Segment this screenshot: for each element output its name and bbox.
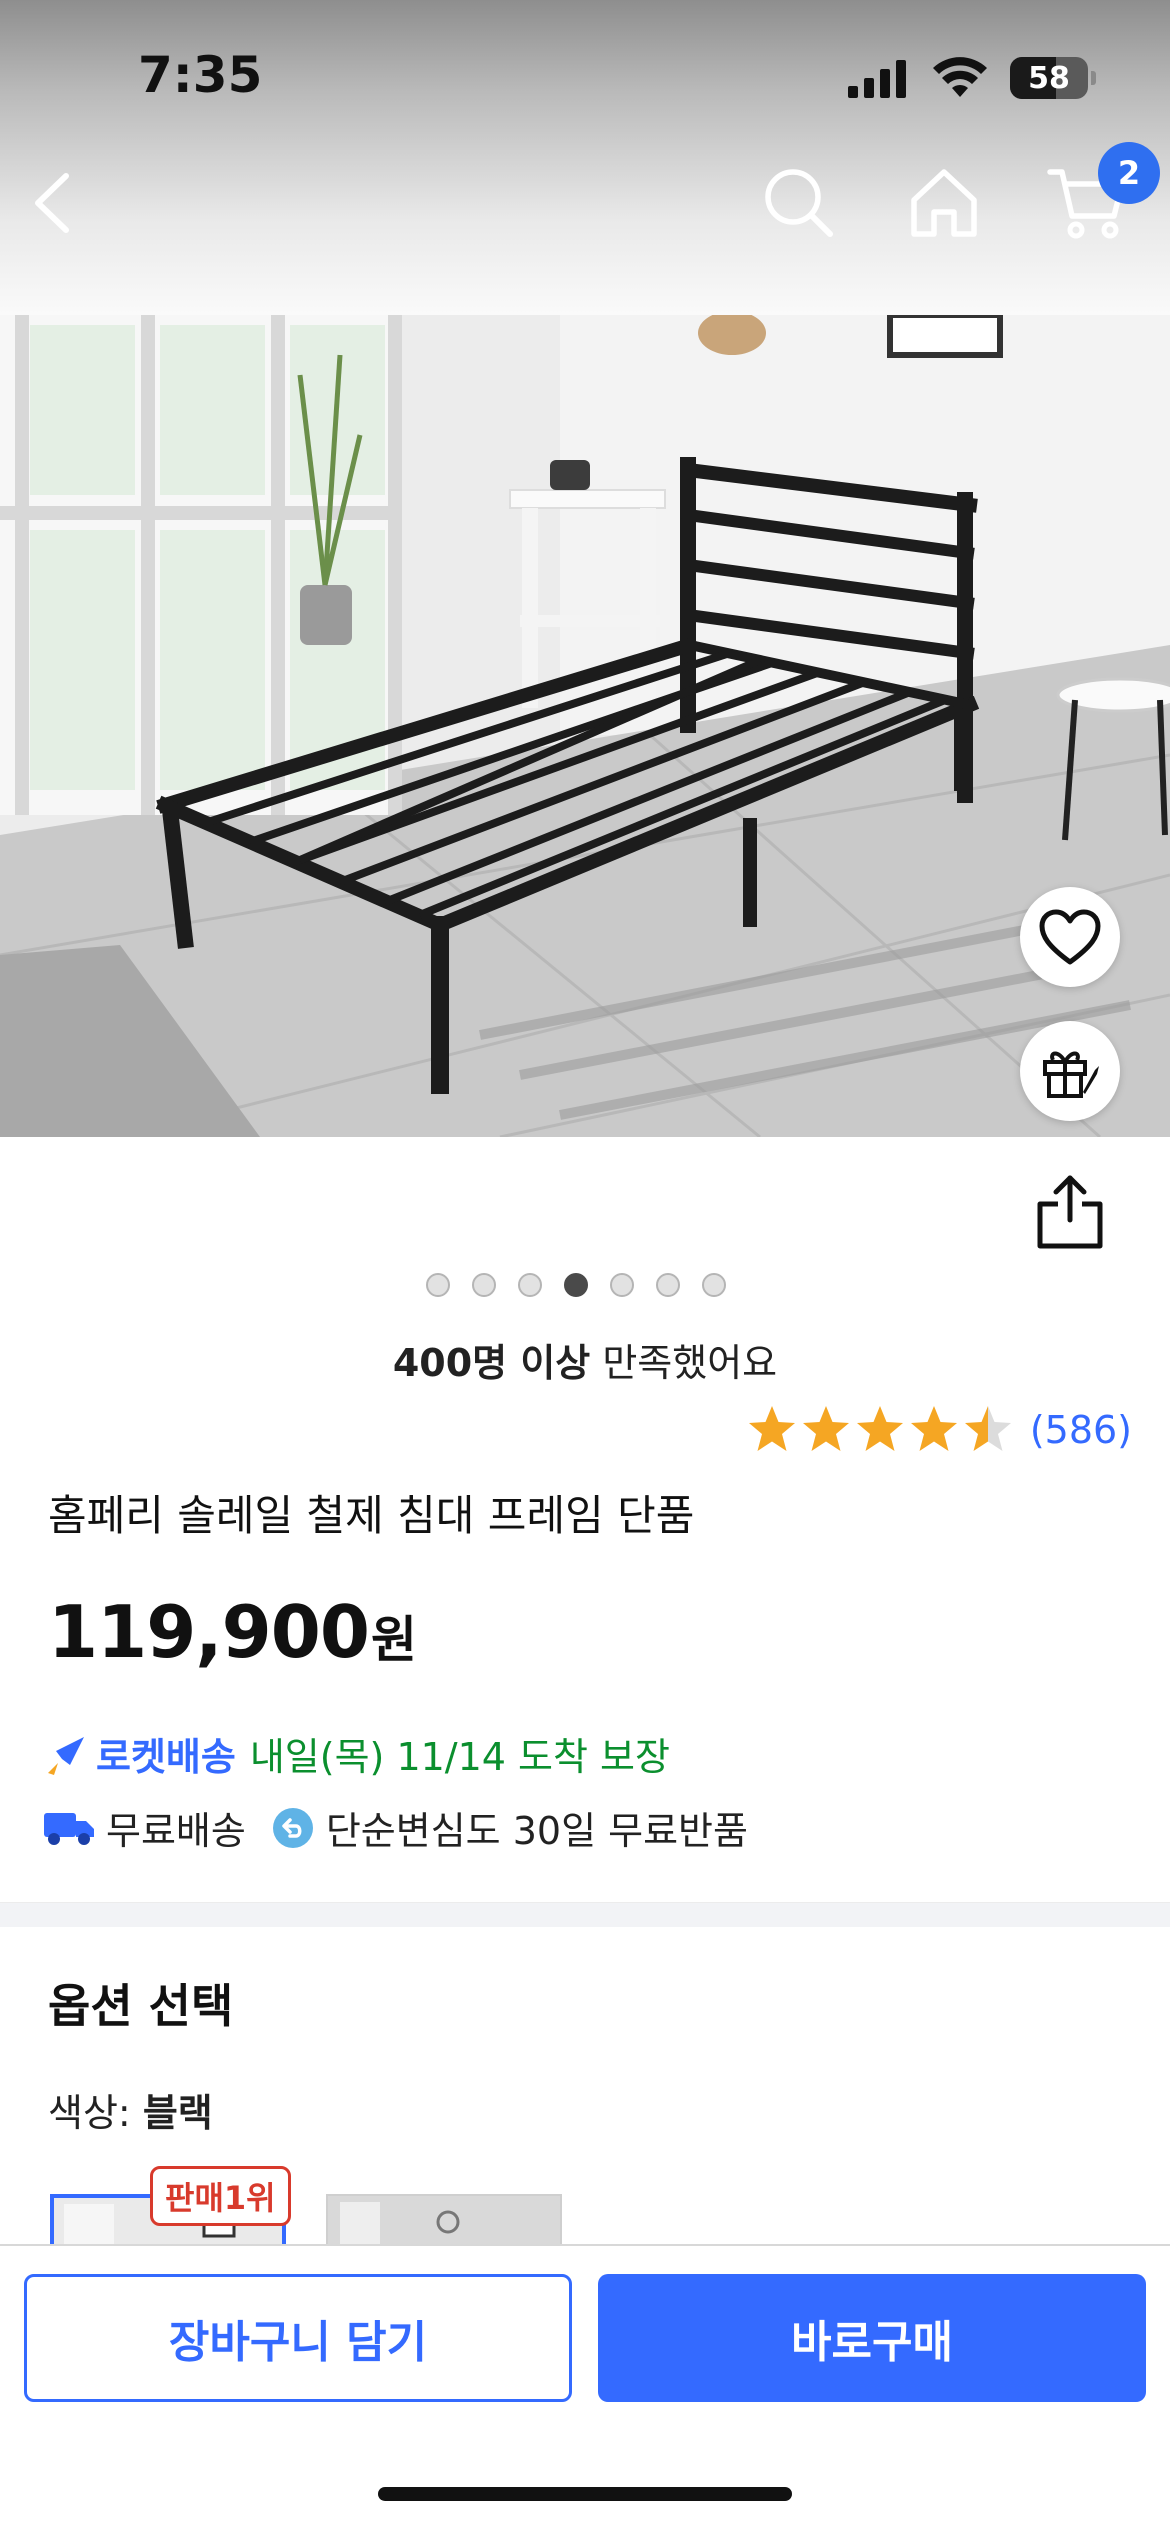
arrival-guarantee: 내일(목) 11/14 도착 보장 xyxy=(249,1735,670,1779)
truck-icon xyxy=(44,1812,94,1845)
status-time: 7:35 xyxy=(138,46,263,104)
return-icon xyxy=(272,1807,313,1848)
wishlist-button[interactable] xyxy=(1020,887,1120,987)
free-shipping-label: 무료배송 xyxy=(106,1809,246,1853)
carousel-dot[interactable] xyxy=(518,1273,542,1297)
color-value: 블랙 xyxy=(142,2091,213,2135)
battery-indicator: 58 xyxy=(1010,57,1096,99)
rating-summary[interactable]: (586) xyxy=(746,1404,1132,1456)
carousel-dot[interactable] xyxy=(610,1273,634,1297)
image-carousel-dots xyxy=(426,1273,726,1297)
free-return: 단순변심도 30일 무료반품 xyxy=(272,1800,748,1855)
option-heading: 옵션 선택 xyxy=(48,1979,234,2033)
section-divider xyxy=(0,1902,1170,1927)
gift-share-button[interactable] xyxy=(1020,1021,1120,1121)
best-seller-badge: 판매1위 xyxy=(150,2166,291,2226)
carousel-dot-active[interactable] xyxy=(564,1273,588,1297)
carousel-dot[interactable] xyxy=(426,1273,450,1297)
product-title: 홈페리 솔레일 철제 침대 프레임 단품 xyxy=(48,1491,695,1540)
satisfaction-count: 400명 이상 xyxy=(392,1341,591,1385)
free-shipping: 무료배송 xyxy=(44,1800,246,1855)
satisfaction-suffix: 만족했어요 xyxy=(590,1341,778,1385)
price: 119,900원 xyxy=(48,1590,417,1674)
rocket-icon xyxy=(48,1736,84,1775)
home-indicator[interactable] xyxy=(378,2487,792,2501)
add-to-cart-button[interactable]: 장바구니 담기 xyxy=(24,2274,572,2402)
selected-color: 색상: 블랙 xyxy=(48,2082,213,2137)
gift-rocket-icon xyxy=(1043,1051,1099,1098)
heart-icon xyxy=(1039,909,1101,965)
bed-frame-photo xyxy=(0,315,1170,1137)
home-icon[interactable] xyxy=(906,164,982,240)
color-label: 색상: xyxy=(48,2091,143,2135)
carousel-dot[interactable] xyxy=(702,1273,726,1297)
wifi-icon xyxy=(933,57,987,97)
rocket-delivery-label: 로켓배송 xyxy=(96,1735,236,1779)
satisfaction-text: 400명 이상 만족했어요 xyxy=(0,1332,1170,1387)
delivery-info: 로켓배송 내일(목) 11/14 도착 보장 xyxy=(44,1726,670,1781)
carousel-dot[interactable] xyxy=(656,1273,680,1297)
review-count[interactable]: (586) xyxy=(1030,1408,1132,1452)
free-return-label: 단순변심도 30일 무료반품 xyxy=(325,1809,748,1853)
search-icon[interactable] xyxy=(760,164,836,240)
status-icons: 58 xyxy=(848,52,1096,104)
share-icon[interactable] xyxy=(1034,1170,1106,1250)
cellular-signal-icon xyxy=(848,60,906,98)
battery-level: 58 xyxy=(1028,60,1070,96)
shipping-perks: 무료배송 단순변심도 30일 무료반품 xyxy=(44,1800,774,1855)
back-arrow-icon[interactable] xyxy=(22,168,92,238)
price-currency: 원 xyxy=(370,1611,417,1669)
buy-now-button[interactable]: 바로구매 xyxy=(598,2274,1146,2402)
cart-count-badge: 2 xyxy=(1098,142,1160,204)
star-rating-icon xyxy=(748,1406,1011,1451)
carousel-dot[interactable] xyxy=(472,1273,496,1297)
product-image[interactable] xyxy=(0,315,1170,1137)
price-amount: 119,900 xyxy=(48,1590,370,1674)
